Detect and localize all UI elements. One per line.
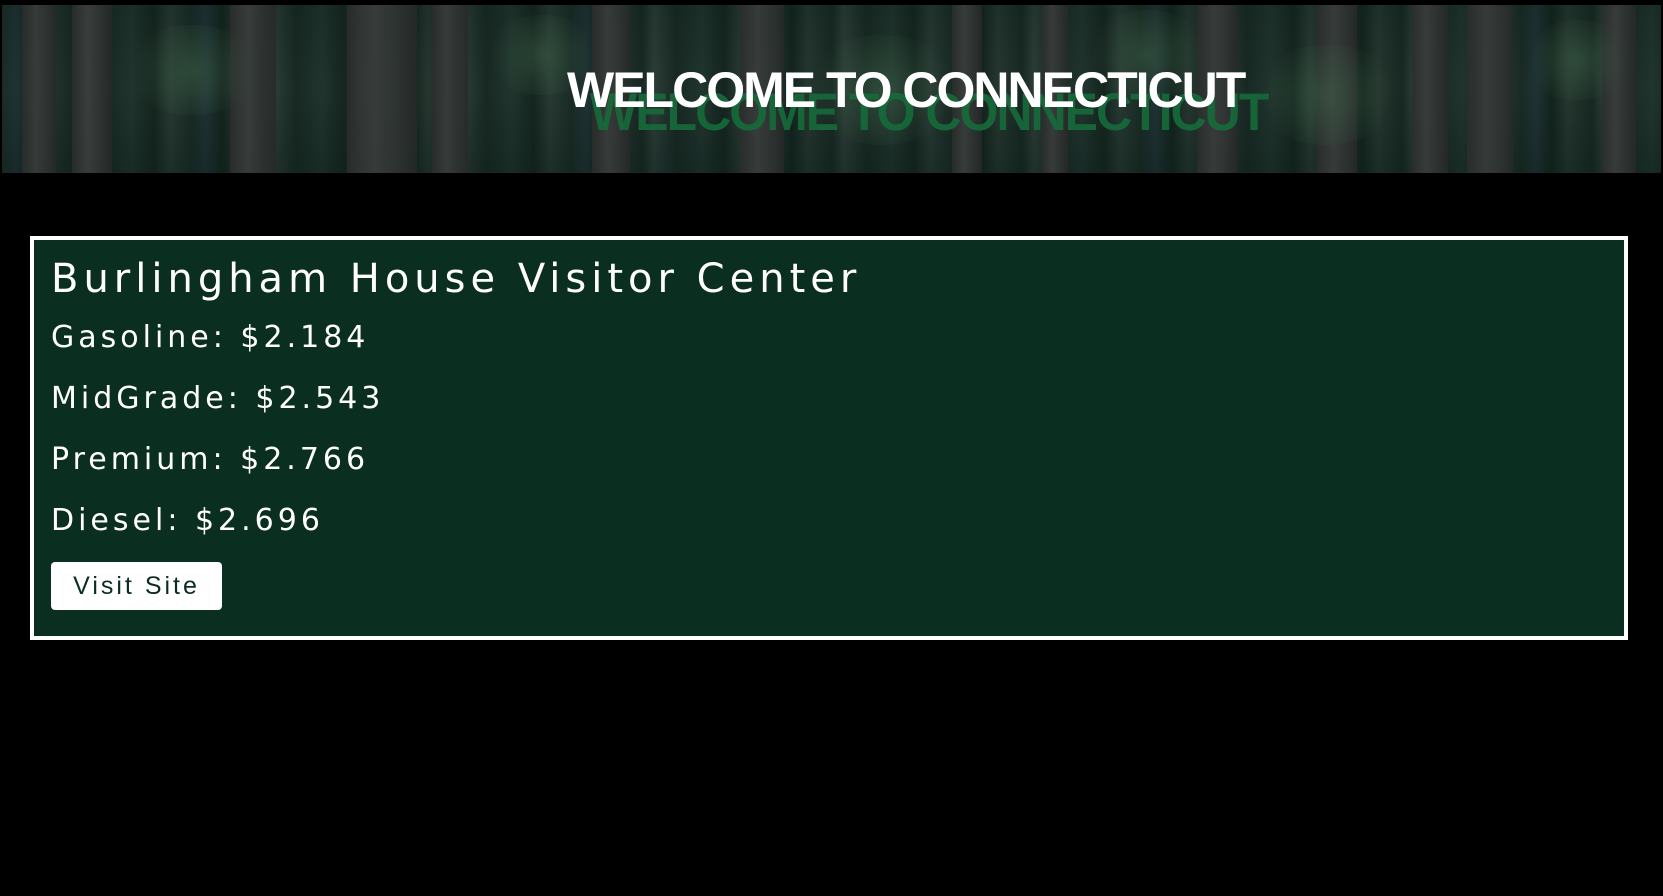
premium-price: Premium: $2.766 xyxy=(51,442,370,477)
visitor-center-card: Burlingham House Visitor Center Gasoline… xyxy=(30,236,1628,640)
banner-title: WELCOME TO CONNECTICUT xyxy=(567,62,1246,118)
gasoline-price: Gasoline: $2.184 xyxy=(51,320,370,355)
midgrade-price: MidGrade: $2.543 xyxy=(51,381,385,416)
header-banner: WELCOME TO CONNECTICUT WELCOME TO CONNEC… xyxy=(2,5,1661,173)
visitor-center-name: Burlingham House Visitor Center xyxy=(51,256,862,302)
diesel-price: Diesel: $2.696 xyxy=(51,503,324,538)
visit-site-button[interactable]: Visit Site xyxy=(51,562,222,610)
